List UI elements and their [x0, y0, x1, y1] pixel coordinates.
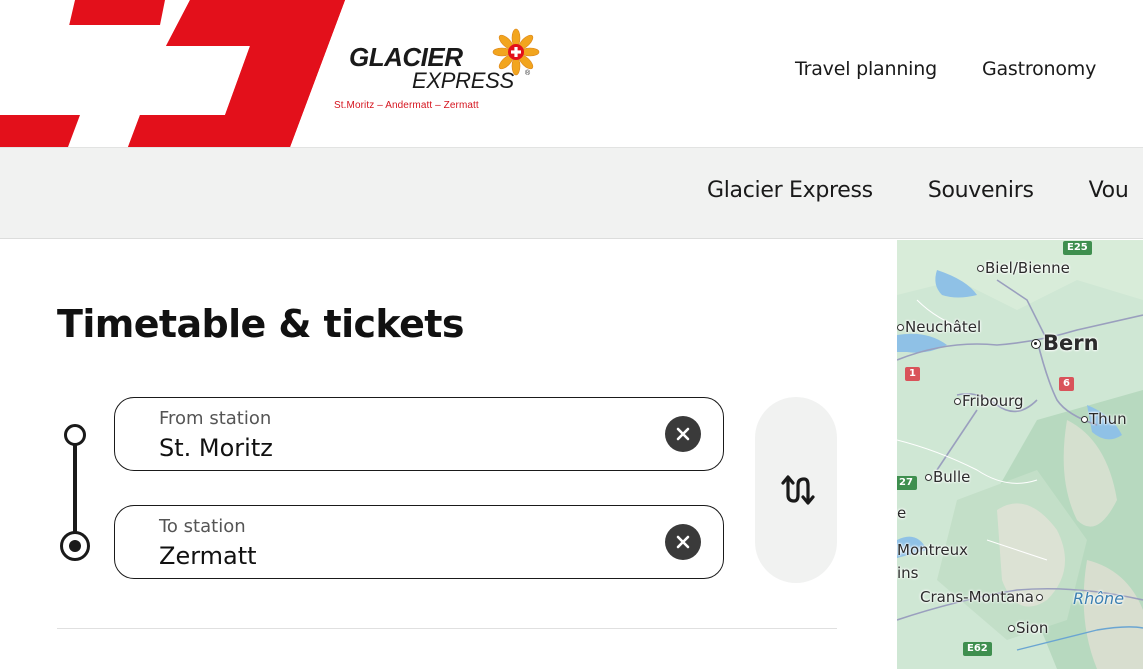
nav-travel-planning[interactable]: Travel planning: [795, 58, 937, 80]
map-city-biel-label: Biel/Bienne: [985, 259, 1070, 277]
to-station-label: To station: [159, 516, 246, 537]
map-city-fribourg: Fribourg: [954, 392, 1024, 410]
city-marker-icon: [925, 474, 932, 481]
nav-glacier-express[interactable]: Glacier Express: [707, 178, 873, 203]
glacier-express-logo[interactable]: GLACIER EXPRESS ® St.Moritz – Andermatt …: [332, 28, 547, 116]
site-header: GLACIER EXPRESS ® St.Moritz – Andermatt …: [0, 0, 1143, 147]
map-city-crans-montana: Crans-Montana: [920, 588, 1044, 606]
city-marker-icon: [897, 324, 904, 331]
map-city-neuchatel-label: Neuchâtel: [905, 318, 982, 336]
map-label-fragment: ins: [897, 564, 919, 582]
route-destination-icon: [60, 531, 90, 561]
close-icon: [676, 427, 690, 441]
map-label-fragment: e: [897, 504, 907, 522]
to-station-field[interactable]: To station Zermatt: [114, 505, 724, 579]
map-city-bern-label: Bern: [1043, 331, 1099, 355]
nav-souvenirs[interactable]: Souvenirs: [928, 178, 1034, 203]
logo-wordmark-glacier: GLACIER: [349, 42, 463, 72]
map-city-sion: Sion: [1008, 619, 1048, 637]
nav-vouchers[interactable]: Vou: [1089, 178, 1129, 203]
map-city-bern: Bern: [1031, 331, 1099, 355]
clear-to-station-button[interactable]: [665, 524, 701, 560]
swap-direction-icon: [781, 475, 815, 505]
clear-from-station-button[interactable]: [665, 416, 701, 452]
map-city-bulle: Bulle: [925, 468, 970, 486]
swiss-flag-graphic: [0, 0, 345, 147]
map-city-crans-montana-label: Crans-Montana: [920, 588, 1034, 606]
city-marker-icon: [977, 265, 984, 272]
map-city-thun-label: Thun: [1089, 410, 1127, 428]
route-connector-line: [73, 443, 77, 535]
map-city-biel: Biel/Bienne: [977, 259, 1070, 277]
section-divider: [57, 628, 837, 629]
city-marker-icon: [1008, 625, 1015, 632]
to-station-value[interactable]: Zermatt: [159, 542, 257, 570]
swap-stations-button[interactable]: [755, 397, 837, 583]
page-title: Timetable & tickets: [57, 302, 464, 346]
from-station-value[interactable]: St. Moritz: [159, 434, 273, 462]
map-city-montreux: Montreux: [897, 541, 968, 559]
map-city-bulle-label: Bulle: [933, 468, 971, 486]
close-icon: [676, 535, 690, 549]
map-city-thun: Thun: [1081, 410, 1127, 428]
top-navigation: Travel planning Gastronomy: [795, 58, 1096, 80]
nav-gastronomy[interactable]: Gastronomy: [982, 58, 1096, 80]
map-river-rhone: Rhône: [1073, 589, 1125, 608]
city-marker-icon: [1081, 416, 1088, 423]
city-marker-icon: [1035, 594, 1043, 601]
from-station-label: From station: [159, 408, 272, 429]
from-station-field[interactable]: From station St. Moritz: [114, 397, 724, 471]
route-start-icon: [64, 424, 86, 446]
capital-marker-icon: [1031, 339, 1041, 349]
road-27-shield: 27: [897, 476, 917, 490]
secondary-navigation: Glacier Express Souvenirs Vou: [0, 147, 1143, 239]
road-e62-shield: E62: [963, 642, 992, 656]
route-map[interactable]: E25 1 6 27 E62 Biel/Bienne Neuchâtel Ber…: [897, 240, 1143, 669]
logo-tagline: St.Moritz – Andermatt – Zermatt: [334, 100, 479, 111]
edelweiss-star-icon: [492, 28, 540, 76]
map-city-neuchatel: Neuchâtel: [897, 318, 981, 336]
city-marker-icon: [954, 398, 961, 405]
map-city-sion-label: Sion: [1016, 619, 1049, 637]
road-1-shield: 1: [905, 367, 920, 381]
map-city-fribourg-label: Fribourg: [962, 392, 1024, 410]
road-6-shield: 6: [1059, 377, 1074, 391]
road-e25-shield: E25: [1063, 241, 1092, 255]
